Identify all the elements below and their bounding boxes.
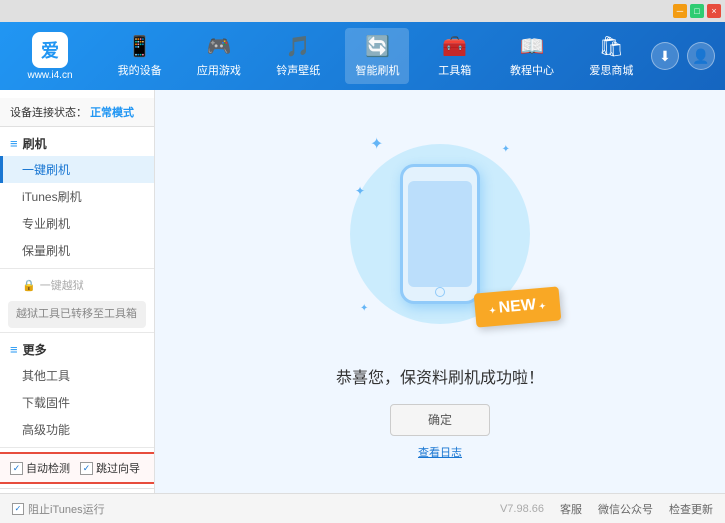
star-3: ✦ xyxy=(360,303,368,314)
phone-body xyxy=(400,164,480,304)
flash-section-label: 刷机 xyxy=(23,135,47,152)
sidebar-item-one-click[interactable]: 一键刷机 xyxy=(0,156,154,183)
footer-link-update[interactable]: 检查更新 xyxy=(669,501,713,517)
status-value: 正常模式 xyxy=(90,107,134,119)
header: 爱 www.i4.cn 📱 我的设备 🎮 应用游戏 🎵 铃声壁纸 🔄 智能刷机 … xyxy=(0,22,725,90)
checkbox-auto-update-label: 自动检测 xyxy=(26,460,70,476)
sidebar-item-itunes[interactable]: iTunes刷机 xyxy=(0,183,154,210)
sidebar-item-advanced[interactable]: 高级功能 xyxy=(0,416,154,443)
checkbox-via-wizard-box[interactable]: ✓ xyxy=(80,462,93,475)
nav-item-store[interactable]: 🛍 爱思商城 xyxy=(579,28,643,84)
nav-item-my-device[interactable]: 📱 我的设备 xyxy=(108,28,172,84)
more-section-icon: ≡ xyxy=(10,342,18,357)
checkbox-via-wizard[interactable]: ✓ 跳过向导 xyxy=(80,460,140,476)
sidebar-divider-2 xyxy=(0,332,154,333)
star-2: ✦ xyxy=(502,144,510,155)
sidebar-divider-1 xyxy=(0,268,154,269)
sidebar-item-pro-flash[interactable]: 专业刷机 xyxy=(0,210,154,237)
checkbox-auto-update[interactable]: ✓ 自动检测 xyxy=(10,460,70,476)
phone-illustration: ✦ ✦ ✦ ✦ NEW xyxy=(340,124,540,344)
smart-flash-icon: 🔄 xyxy=(365,34,390,59)
user-button[interactable]: 👤 xyxy=(687,42,715,70)
flash-section-icon: ≡ xyxy=(10,136,18,151)
more-section-label: 更多 xyxy=(23,341,47,358)
logo-icon: 爱 xyxy=(32,32,68,68)
lock-icon: 🔒 xyxy=(22,279,36,292)
logo-subtitle: www.i4.cn xyxy=(27,70,72,81)
checkbox-auto-update-box[interactable]: ✓ xyxy=(10,462,23,475)
main-area: 设备连接状态： 正常模式 ≡ 刷机 一键刷机 iTunes刷机 专业刷机 保量刷… xyxy=(0,90,725,493)
footer-version: V7.98.66 xyxy=(500,503,544,515)
tutorial-label: 教程中心 xyxy=(510,62,554,78)
jailbreak-note: 越狱工具已转移至工具箱 xyxy=(8,301,146,328)
nav-item-smart-flash[interactable]: 🔄 智能刷机 xyxy=(345,28,409,84)
smart-flash-label: 智能刷机 xyxy=(355,62,399,78)
logo: 爱 www.i4.cn xyxy=(10,32,90,81)
apps-games-label: 应用游戏 xyxy=(197,62,241,78)
sidebar-section-flash: ≡ 刷机 一键刷机 iTunes刷机 专业刷机 保量刷机 🔒 一键越狱 越狱工具… xyxy=(0,131,154,328)
new-badge: NEW xyxy=(474,286,561,327)
sidebar-item-other-tools[interactable]: 其他工具 xyxy=(0,362,154,389)
status-label: 设备连接状态： xyxy=(10,107,87,119)
ringtones-icon: 🎵 xyxy=(286,34,311,59)
nav-item-apps-games[interactable]: 🎮 应用游戏 xyxy=(187,28,251,84)
diary-link[interactable]: 查看日志 xyxy=(418,444,462,460)
sidebar-section-more-header: ≡ 更多 xyxy=(0,337,154,362)
device-section: 📱 iPhone 12 mini 64GB Down-12mini-13.1 xyxy=(0,488,154,493)
toolbox-label: 工具箱 xyxy=(438,62,471,78)
close-button[interactable]: × xyxy=(707,4,721,18)
header-actions: ⬇ 👤 xyxy=(651,42,715,70)
sidebar-section-more: ≡ 更多 其他工具 下载固件 高级功能 xyxy=(0,337,154,443)
ringtones-label: 铃声壁纸 xyxy=(276,62,320,78)
title-bar: ─ □ × xyxy=(0,0,725,22)
my-device-label: 我的设备 xyxy=(118,62,162,78)
stop-itunes-label: 阻止iTunes运行 xyxy=(28,501,105,517)
footer-link-wechat[interactable]: 微信公众号 xyxy=(598,501,653,517)
my-device-icon: 📱 xyxy=(127,34,152,59)
store-label: 爱思商城 xyxy=(589,62,633,78)
footer-link-service[interactable]: 客服 xyxy=(560,501,582,517)
tutorial-icon: 📖 xyxy=(520,34,545,59)
footer-right: V7.98.66 客服 微信公众号 检查更新 xyxy=(500,501,713,517)
sidebar-divider-3 xyxy=(0,447,154,448)
success-message: 恭喜您，保资料刷机成功啦！ xyxy=(336,364,544,388)
star-1: ✦ xyxy=(370,134,383,154)
download-button[interactable]: ⬇ xyxy=(651,42,679,70)
apps-games-icon: 🎮 xyxy=(206,34,231,59)
footer-left: ✓ 阻止iTunes运行 xyxy=(12,501,105,517)
sidebar-item-jailbreak-disabled: 🔒 一键越狱 xyxy=(0,273,154,297)
star-4: ✦ xyxy=(355,184,365,198)
phone-home-button xyxy=(435,287,445,297)
checkbox-via-wizard-label: 跳过向导 xyxy=(96,460,140,476)
nav-items: 📱 我的设备 🎮 应用游戏 🎵 铃声壁纸 🔄 智能刷机 🧰 工具箱 📖 教程中心… xyxy=(100,28,651,84)
content-area: ✦ ✦ ✦ ✦ NEW 恭喜您，保资料刷机成功啦！ 确定 查看日志 xyxy=(155,90,725,493)
sidebar-section-flash-header: ≡ 刷机 xyxy=(0,131,154,156)
sidebar-item-download-firmware[interactable]: 下载固件 xyxy=(0,389,154,416)
confirm-button[interactable]: 确定 xyxy=(390,404,490,436)
sidebar-item-save-flash[interactable]: 保量刷机 xyxy=(0,237,154,264)
minimize-button[interactable]: ─ xyxy=(673,4,687,18)
phone-screen xyxy=(408,181,472,287)
status-bar: 设备连接状态： 正常模式 xyxy=(0,98,154,127)
sidebar: 设备连接状态： 正常模式 ≡ 刷机 一键刷机 iTunes刷机 专业刷机 保量刷… xyxy=(0,90,155,493)
jailbreak-label: 一键越狱 xyxy=(40,277,84,293)
phone-body-wrapper xyxy=(400,164,480,304)
stop-itunes-checkbox[interactable]: ✓ xyxy=(12,503,24,515)
nav-item-toolbox[interactable]: 🧰 工具箱 xyxy=(425,28,485,84)
nav-item-tutorial[interactable]: 📖 教程中心 xyxy=(500,28,564,84)
footer: ✓ 阻止iTunes运行 V7.98.66 客服 微信公众号 检查更新 xyxy=(0,493,725,523)
toolbox-icon: 🧰 xyxy=(442,34,467,59)
maximize-button[interactable]: □ xyxy=(690,4,704,18)
checkboxes-area: ✓ 自动检测 ✓ 跳过向导 xyxy=(0,452,154,484)
nav-item-ringtones[interactable]: 🎵 铃声壁纸 xyxy=(266,28,330,84)
store-icon: 🛍 xyxy=(599,34,624,59)
